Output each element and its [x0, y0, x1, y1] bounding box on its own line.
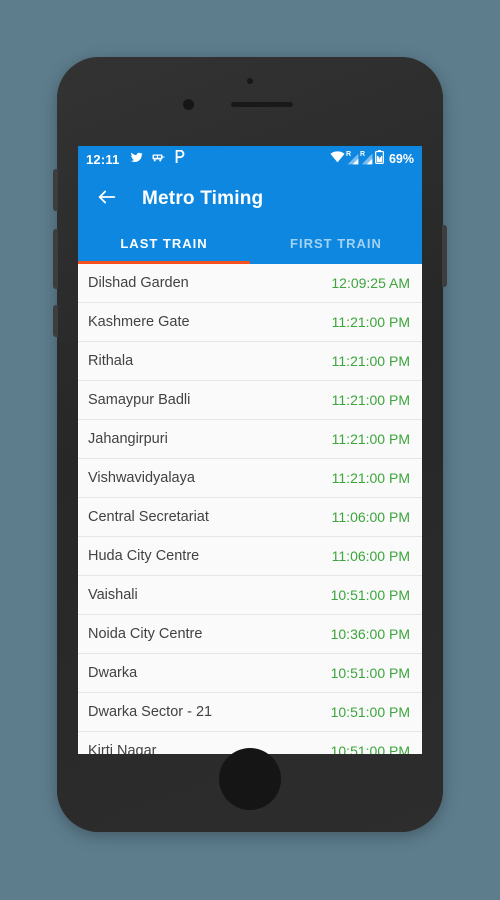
bird-icon: [130, 150, 143, 168]
station-name: Vishwavidyalaya: [88, 470, 195, 486]
roaming-indicator: R: [359, 151, 366, 158]
battery-percent-label: 69%: [388, 152, 414, 166]
front-camera: [183, 99, 194, 110]
home-button[interactable]: [219, 748, 281, 810]
station-name: Kashmere Gate: [88, 314, 190, 330]
power-button[interactable]: [442, 225, 447, 287]
station-name: Dwarka: [88, 665, 138, 681]
proximity-sensor: [247, 78, 253, 84]
table-row[interactable]: Rithala 11:21:00 PM: [78, 342, 422, 381]
tab-last-train-label: LAST TRAIN: [120, 236, 208, 251]
wifi-icon: [330, 150, 345, 168]
table-row[interactable]: Dwarka 10:51:00 PM: [78, 654, 422, 693]
station-time: 10:51:00 PM: [330, 743, 410, 754]
station-time: 10:51:00 PM: [330, 587, 410, 603]
silent-switch[interactable]: [53, 305, 58, 337]
parking-icon: [174, 149, 185, 168]
station-time: 11:06:00 PM: [331, 509, 410, 525]
table-row[interactable]: Noida City Centre 10:36:00 PM: [78, 615, 422, 654]
signal-bars-icon: R: [345, 151, 359, 165]
station-name: Central Secretariat: [88, 509, 209, 525]
station-time: 11:21:00 PM: [331, 392, 410, 408]
train-icon: [152, 150, 165, 168]
station-name: Jahangirpuri: [88, 431, 168, 447]
station-time: 11:21:00 PM: [331, 314, 410, 330]
volume-up-button[interactable]: [53, 169, 58, 211]
status-bar-notification-icons: [130, 149, 185, 168]
station-time: 11:21:00 PM: [331, 431, 410, 447]
station-name: Dilshad Garden: [88, 275, 189, 291]
station-time: 11:06:00 PM: [331, 548, 410, 564]
table-row[interactable]: Kashmere Gate 11:21:00 PM: [78, 303, 422, 342]
station-name: Noida City Centre: [88, 626, 203, 642]
station-name: Kirti Nagar: [88, 743, 157, 754]
station-name: Samaypur Badli: [88, 392, 191, 408]
battery-icon: [375, 149, 384, 169]
tab-first-train[interactable]: FIRST TRAIN: [250, 226, 422, 264]
table-row[interactable]: Central Secretariat 11:06:00 PM: [78, 498, 422, 537]
page-title: Metro Timing: [142, 188, 264, 209]
status-bar-system-icons: R R 69%: [330, 149, 414, 169]
phone-device-frame: 12:11 R R 69% Metro Timing LAST TRAIN FI…: [53, 57, 447, 832]
signal-bars-icon: R: [359, 151, 373, 165]
table-row[interactable]: Vishwavidyalaya 11:21:00 PM: [78, 459, 422, 498]
phone-screen: 12:11 R R 69% Metro Timing LAST TRAIN FI…: [78, 146, 422, 754]
tab-last-train[interactable]: LAST TRAIN: [78, 226, 250, 264]
station-time: 10:36:00 PM: [330, 626, 410, 642]
table-row[interactable]: Dilshad Garden 12:09:25 AM: [78, 264, 422, 303]
station-timing-list[interactable]: Dilshad Garden 12:09:25 AM Kashmere Gate 11…: [78, 264, 422, 754]
table-row[interactable]: Vaishali 10:51:00 PM: [78, 576, 422, 615]
station-time: 11:21:00 PM: [331, 353, 410, 369]
station-time: 10:51:00 PM: [330, 665, 410, 681]
earpiece-speaker: [231, 102, 293, 107]
roaming-indicator: R: [345, 151, 352, 158]
station-name: Rithala: [88, 353, 134, 369]
arrow-left-icon: [96, 186, 118, 213]
station-name: Vaishali: [88, 587, 138, 603]
tab-indicator: [78, 261, 250, 264]
station-name: Huda City Centre: [88, 548, 200, 564]
table-row[interactable]: Jahangirpuri 11:21:00 PM: [78, 420, 422, 459]
table-row[interactable]: Dwarka Sector - 21 10:51:00 PM: [78, 693, 422, 732]
table-row[interactable]: Huda City Centre 11:06:00 PM: [78, 537, 422, 576]
station-name: Dwarka Sector - 21: [88, 704, 213, 720]
volume-down-button[interactable]: [53, 229, 58, 289]
table-row[interactable]: Samaypur Badli 11:21:00 PM: [78, 381, 422, 420]
tab-bar: LAST TRAIN FIRST TRAIN: [78, 226, 422, 264]
app-bar: Metro Timing: [78, 172, 422, 226]
back-button[interactable]: [92, 184, 122, 214]
tab-first-train-label: FIRST TRAIN: [290, 236, 382, 251]
station-time: 10:51:00 PM: [330, 704, 410, 720]
status-bar-clock: 12:11: [86, 151, 120, 167]
station-time: 12:09:25 AM: [331, 275, 410, 291]
station-time: 11:21:00 PM: [331, 470, 410, 486]
status-bar: 12:11 R R 69%: [78, 146, 422, 172]
